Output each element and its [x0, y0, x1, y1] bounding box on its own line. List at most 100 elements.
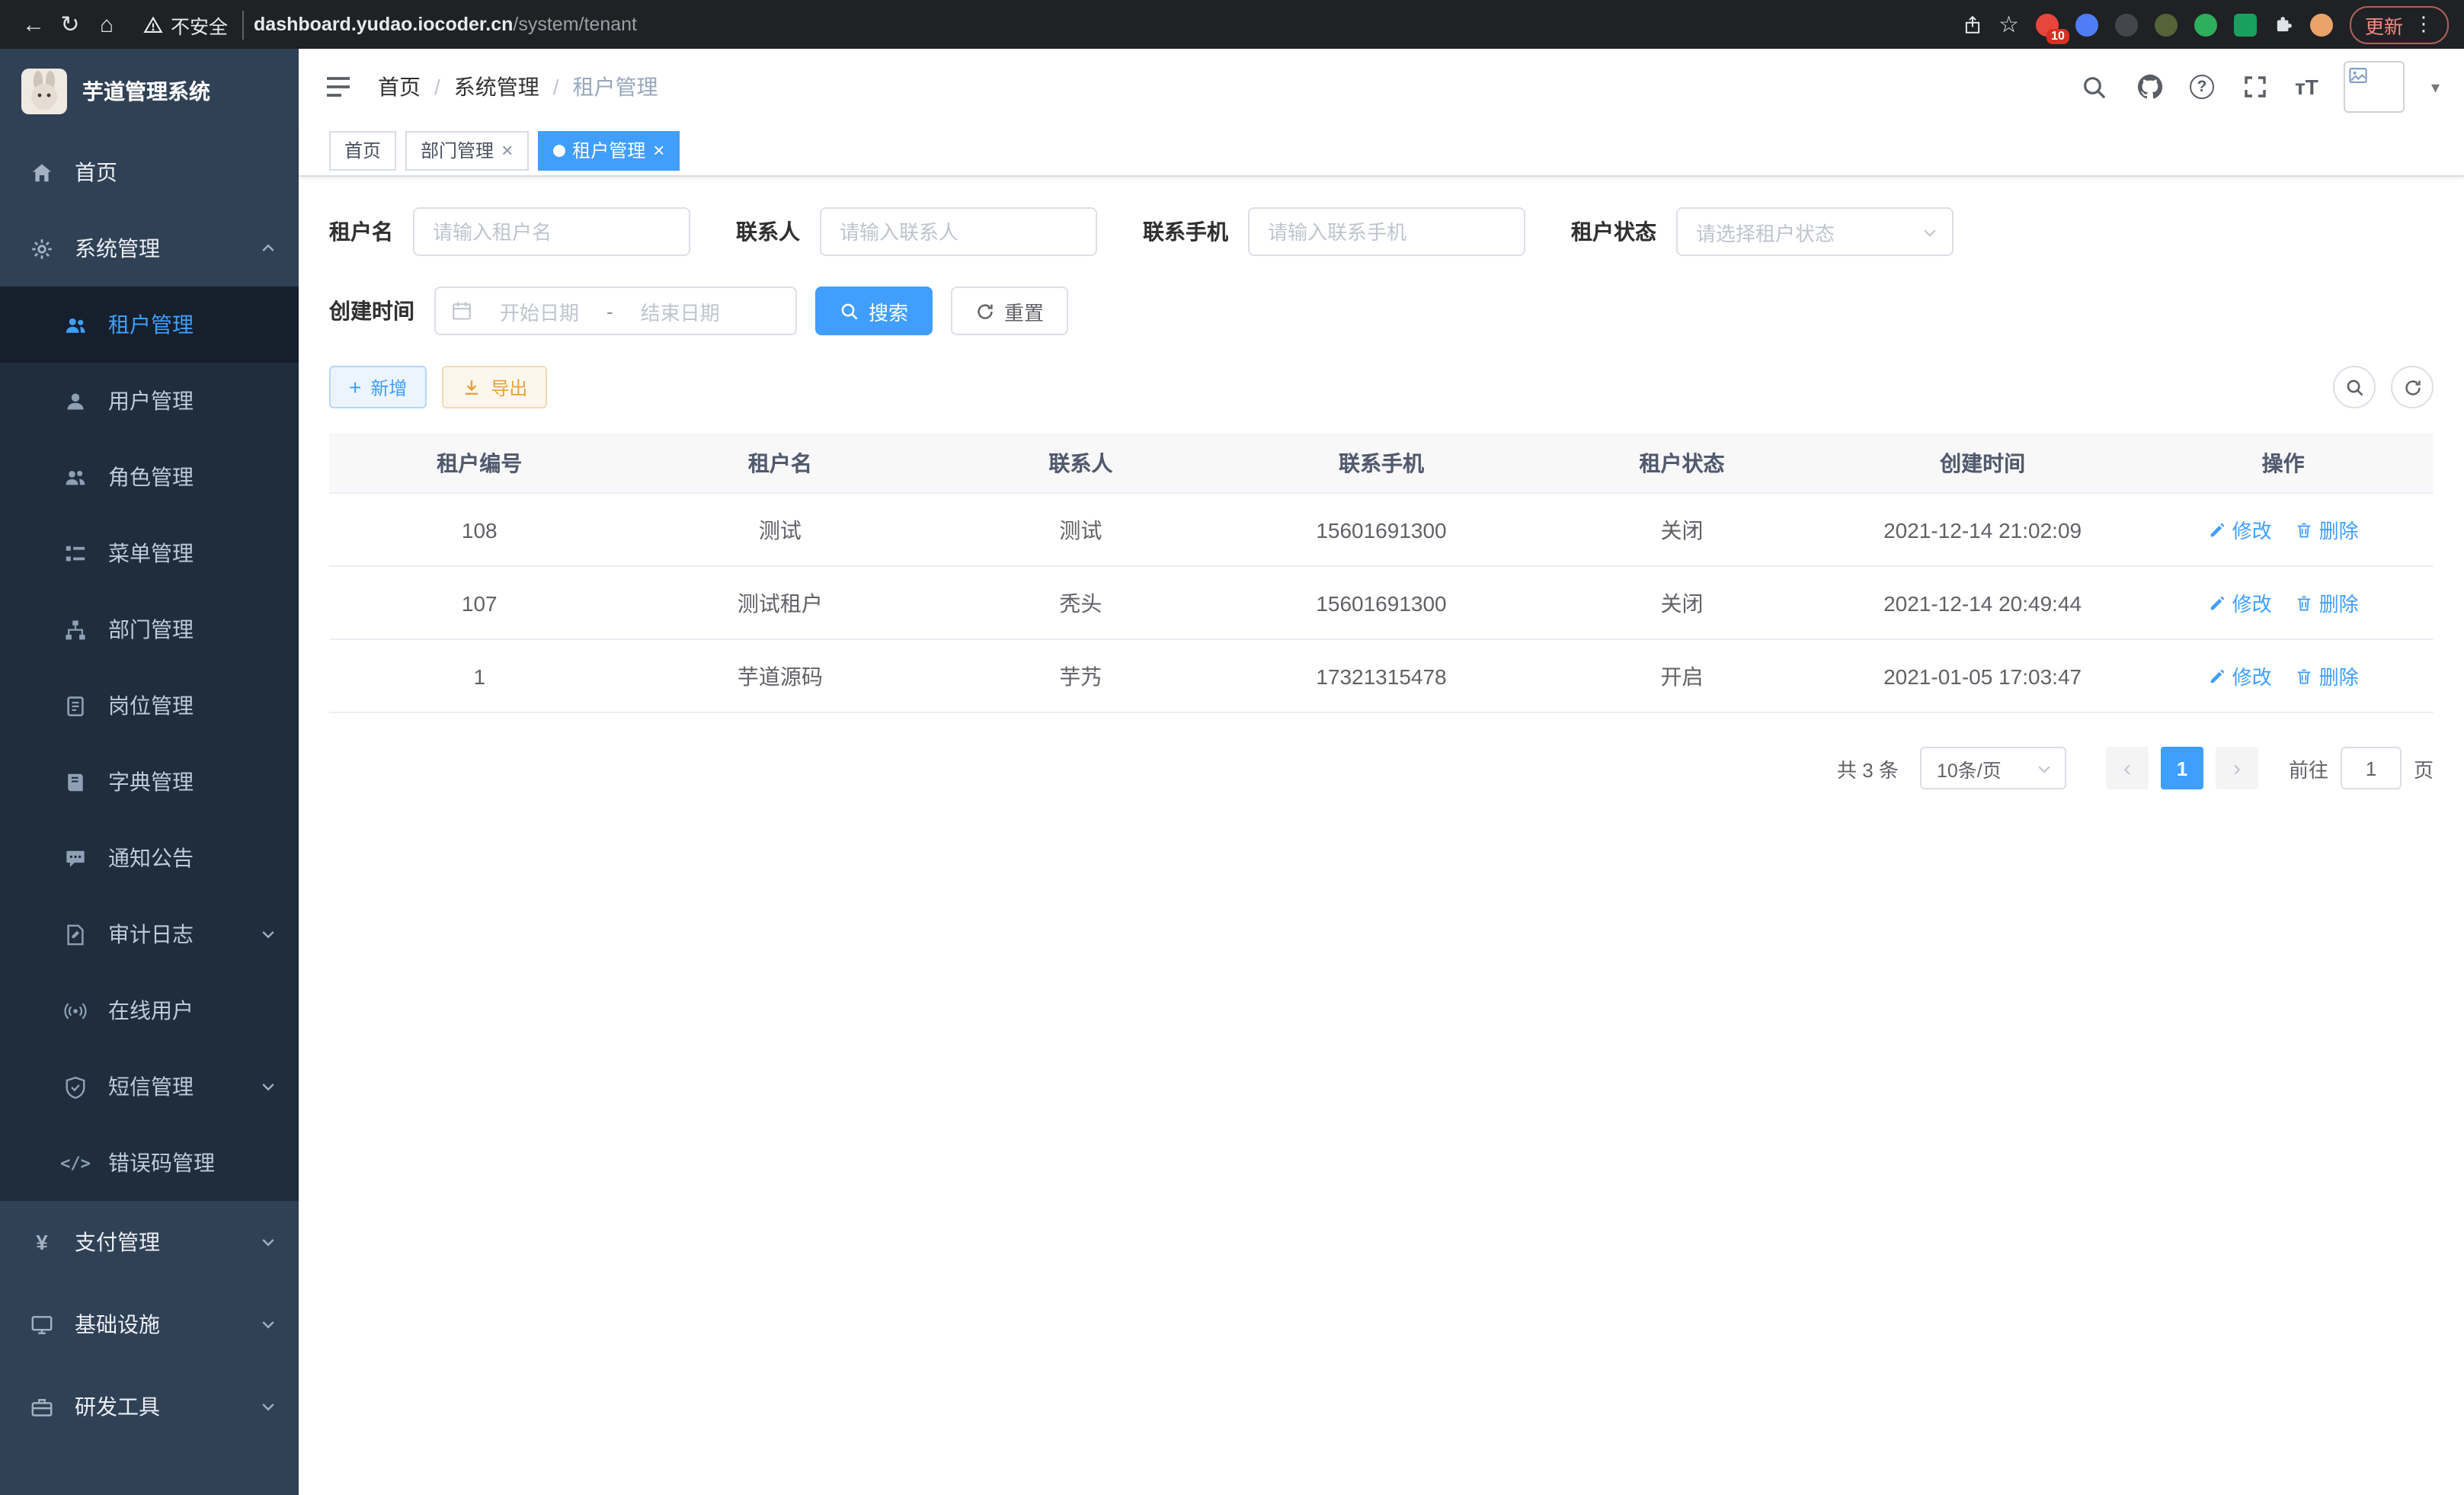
question-icon: ?	[2197, 78, 2207, 96]
delete-button[interactable]: 删除	[2295, 515, 2359, 544]
notice-chat-icon	[64, 847, 87, 869]
menu-dots-icon: ⋮	[2414, 12, 2434, 37]
extension-green-circle-icon[interactable]	[2194, 13, 2217, 36]
browser-actions: ☆ 10 更新 ⋮	[1962, 5, 2449, 43]
extension-dark-icon[interactable]	[2115, 13, 2138, 36]
reload-button[interactable]: ↻	[52, 6, 88, 43]
date-end-placeholder: 结束日期	[627, 296, 734, 325]
extension-olive-icon[interactable]	[2155, 13, 2178, 36]
sms-shield-icon	[64, 1075, 87, 1098]
navbar: 首页 / 系统管理 / 租户管理 ?	[299, 49, 2464, 125]
sidebar-item-error-code[interactable]: </> 错误码管理	[0, 1125, 299, 1201]
home-button[interactable]: ⌂	[88, 6, 125, 43]
edit-button[interactable]: 修改	[2208, 588, 2272, 617]
sidebar-item-user[interactable]: 用户管理	[0, 363, 299, 439]
reset-button[interactable]: 重置	[951, 287, 1068, 335]
online-users-icon	[64, 999, 87, 1022]
add-button[interactable]: + 新增	[329, 366, 427, 408]
sidebar-item-infra[interactable]: 基础设施	[0, 1283, 299, 1365]
table-toolbar: + 新增 导出	[329, 366, 2434, 408]
prev-page-button[interactable]: ‹	[2106, 747, 2149, 789]
address-bar[interactable]: 不安全 dashboard.yudao.iocoder.cn/system/te…	[143, 10, 1962, 39]
navbar-actions: ? тT ▾	[2080, 61, 2440, 113]
sidebar-item-system[interactable]: 系统管理	[0, 210, 299, 287]
dict-book-icon	[64, 770, 87, 793]
help-button[interactable]: ?	[2190, 75, 2214, 99]
tenant-name-input[interactable]	[413, 207, 690, 256]
edit-button[interactable]: 修改	[2208, 515, 2272, 544]
github-link[interactable]	[2135, 72, 2164, 101]
logo[interactable]: 芋道管理系统	[0, 49, 299, 134]
font-size-button[interactable]: тT	[2295, 75, 2318, 99]
sidebar-item-online-users[interactable]: 在线用户	[0, 972, 299, 1048]
tab-dept[interactable]: 部门管理 ×	[405, 130, 528, 170]
chevron-down-icon	[259, 1315, 277, 1333]
page-content: 租户名 联系人 联系手机 租户状态 请选择租户状态	[299, 177, 2464, 1495]
page-number-button[interactable]: 1	[2161, 747, 2203, 789]
export-button[interactable]: 导出	[442, 366, 547, 408]
fullscreen-button[interactable]	[2240, 72, 2269, 101]
page-jump-input[interactable]	[2341, 747, 2402, 789]
url-text: dashboard.yudao.iocoder.cn/system/tenant	[254, 14, 637, 35]
extension-green-square-icon[interactable]	[2234, 13, 2257, 36]
tab-tenant[interactable]: 租户管理 ×	[537, 130, 680, 170]
user-avatar[interactable]	[2344, 61, 2405, 113]
sidebar-item-audit-log[interactable]: 审计日志	[0, 896, 299, 972]
filter-tenant-name: 租户名	[329, 207, 690, 256]
update-button[interactable]: 更新 ⋮	[2350, 5, 2449, 43]
status-select[interactable]: 请选择租户状态	[1676, 207, 1954, 256]
tenant-table: 租户编号 租户名 联系人 联系手机 租户状态 创建时间 操作 108 测试 测试…	[329, 433, 2434, 713]
edit-button[interactable]: 修改	[2208, 661, 2272, 690]
delete-button[interactable]: 删除	[2295, 588, 2359, 617]
sidebar-item-notice[interactable]: 通知公告	[0, 820, 299, 896]
delete-button[interactable]: 删除	[2295, 661, 2359, 690]
extension-pink-icon[interactable]: 10	[2036, 13, 2059, 36]
extension-blue-icon[interactable]	[2075, 13, 2098, 36]
sidebar-toggle-icon[interactable]	[323, 72, 354, 102]
chevron-down-icon	[1922, 223, 1938, 240]
site-security-chip[interactable]: 不安全	[143, 10, 243, 39]
date-start-placeholder: 开始日期	[486, 296, 593, 325]
sidebar-item-menu[interactable]: 菜单管理	[0, 515, 299, 591]
chevron-down-icon	[2036, 760, 2053, 776]
refresh-table-button[interactable]	[2391, 366, 2434, 408]
avatar-dropdown-caret-icon[interactable]: ▾	[2431, 77, 2440, 97]
sidebar-item-post[interactable]: 岗位管理	[0, 667, 299, 744]
sidebar-item-devtools[interactable]: 研发工具	[0, 1365, 299, 1448]
search-button[interactable]: 搜索	[815, 287, 933, 335]
phone-input[interactable]	[1248, 207, 1525, 256]
breadcrumb-system[interactable]: 系统管理	[454, 72, 539, 102]
breadcrumb-current: 租户管理	[573, 72, 658, 102]
download-icon	[462, 377, 482, 397]
main-area: 首页 / 系统管理 / 租户管理 ?	[299, 49, 2464, 1495]
sidebar-item-dict[interactable]: 字典管理	[0, 744, 299, 820]
page-size-select[interactable]: 10条/页	[1920, 747, 2066, 789]
logo-image	[21, 69, 67, 114]
close-icon[interactable]: ×	[501, 140, 513, 160]
filter-row-2: 创建时间 开始日期 - 结束日期 搜索 重置	[329, 287, 2434, 335]
url-path: /system/tenant	[513, 14, 637, 35]
search-button[interactable]	[2080, 72, 2109, 101]
sidebar-item-sms[interactable]: 短信管理	[0, 1048, 299, 1125]
breadcrumb-home[interactable]: 首页	[378, 72, 421, 102]
profile-avatar-icon[interactable]	[2310, 13, 2333, 36]
calendar-icon	[451, 300, 472, 322]
bookmark-star-icon[interactable]: ☆	[1998, 11, 2019, 38]
puzzle-extensions-icon[interactable]	[2274, 13, 2293, 36]
payment-yen-icon: ¥	[30, 1231, 53, 1253]
tab-home[interactable]: 首页	[329, 130, 396, 170]
url-host: dashboard.yudao.iocoder.cn	[254, 14, 513, 35]
toggle-search-button[interactable]	[2333, 366, 2376, 408]
close-icon[interactable]: ×	[653, 140, 664, 160]
sidebar-item-home[interactable]: 首页	[0, 134, 299, 210]
sidebar-item-payment[interactable]: ¥ 支付管理	[0, 1201, 299, 1283]
sidebar-item-role[interactable]: 角色管理	[0, 439, 299, 515]
next-page-button[interactable]: ›	[2216, 747, 2258, 789]
contact-input[interactable]	[820, 207, 1097, 256]
back-button[interactable]: ←	[15, 6, 52, 43]
sidebar-item-tenant[interactable]: 租户管理	[0, 287, 299, 363]
date-range-picker[interactable]: 开始日期 - 结束日期	[434, 287, 797, 335]
sidebar-item-dept[interactable]: 部门管理	[0, 591, 299, 667]
edit-pencil-icon	[2208, 594, 2226, 612]
share-icon[interactable]	[1962, 13, 1982, 36]
